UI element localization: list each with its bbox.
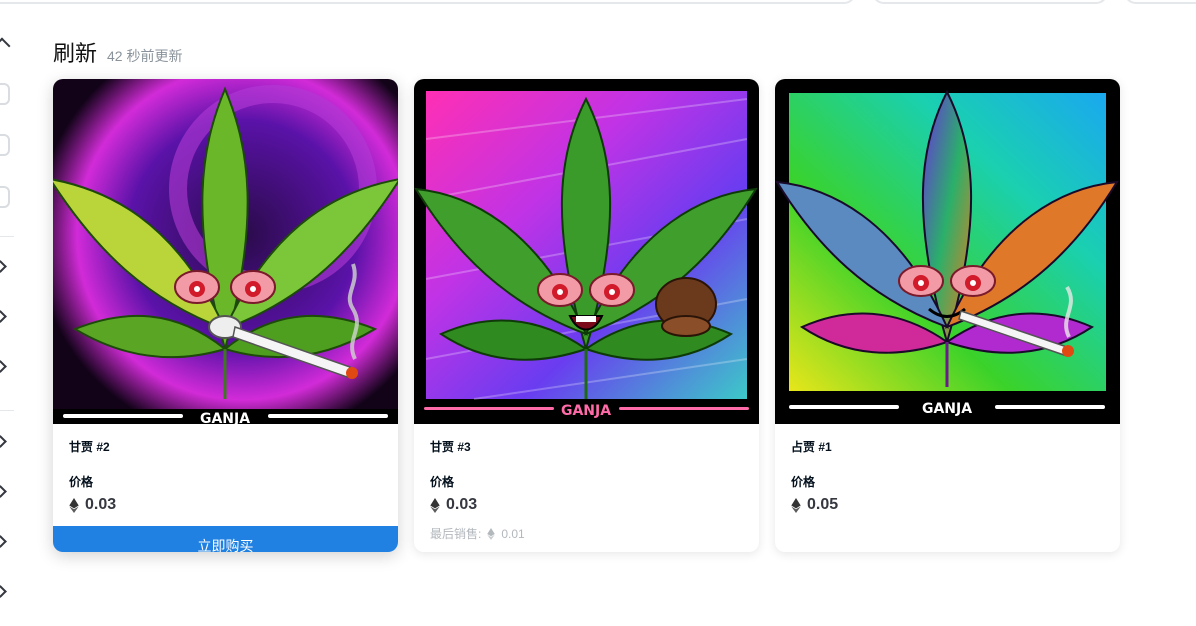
view-toggle[interactable] (1124, 0, 1196, 4)
last-updated-text: 42 秒前更新 (107, 48, 183, 64)
last-sale-label: 最后销售: (430, 527, 482, 541)
price-value: 0.03 (430, 496, 743, 514)
nft-name: 甘贾 #2 (69, 440, 110, 454)
price-value: 0.03 (69, 496, 382, 514)
nft-card[interactable]: GANJA 甘贾 #2 价格 0.03 立即购买 (53, 79, 398, 552)
art-logo-text: GANJA (922, 401, 972, 417)
eth-icon (487, 527, 496, 540)
eth-icon (430, 497, 440, 513)
eth-icon (791, 497, 801, 513)
chevron-down-icon[interactable] (0, 485, 7, 498)
price-label: 价格 (69, 475, 94, 489)
buy-now-button[interactable]: 立即购买 (53, 526, 398, 552)
nft-image[interactable]: GANJA (414, 79, 759, 424)
eth-icon (69, 497, 79, 513)
chevron-up-icon[interactable] (0, 37, 11, 55)
art-logo-text: GANJA (561, 403, 611, 419)
price-label: 价格 (430, 475, 455, 489)
checkbox-icon[interactable] (0, 186, 10, 208)
search-input[interactable] (0, 0, 856, 4)
filter-sidebar (0, 0, 14, 626)
last-sale: 最后销售: 0.01 (430, 525, 525, 542)
price-amount: 0.03 (85, 496, 117, 513)
price-amount: 0.03 (446, 496, 478, 513)
divider (0, 236, 14, 237)
sort-dropdown[interactable] (872, 0, 1108, 4)
price-amount: 0.05 (807, 496, 839, 513)
price-label: 价格 (791, 475, 816, 489)
nft-name: 甘贾 #3 (430, 440, 471, 454)
checkbox-icon[interactable] (0, 83, 10, 105)
nft-card[interactable]: GANJA 甘贾 #3 价格 0.03 最后销售: 0.01 (414, 79, 759, 552)
nft-image[interactable]: GANJA (53, 79, 398, 424)
chevron-down-icon[interactable] (0, 260, 7, 273)
chevron-down-icon[interactable] (0, 535, 7, 548)
nft-name: 占贾 #1 (791, 440, 832, 454)
divider (0, 410, 14, 411)
checkbox-icon[interactable] (0, 134, 10, 156)
chevron-down-icon[interactable] (0, 360, 7, 373)
chevron-down-icon[interactable] (0, 310, 7, 323)
price-value: 0.05 (791, 496, 1104, 514)
nft-image[interactable]: GANJA (775, 79, 1120, 424)
top-toolbar (0, 0, 1196, 4)
results-header: 刷新 42 秒前更新 (53, 36, 182, 68)
chevron-down-icon[interactable] (0, 585, 7, 598)
last-sale-value: 0.01 (501, 526, 525, 541)
refresh-button[interactable]: 刷新 (53, 36, 97, 68)
art-logo-text: GANJA (200, 411, 250, 424)
nft-card[interactable]: GANJA 占贾 #1 价格 0.05 (775, 79, 1120, 552)
chevron-down-icon[interactable] (0, 435, 7, 448)
